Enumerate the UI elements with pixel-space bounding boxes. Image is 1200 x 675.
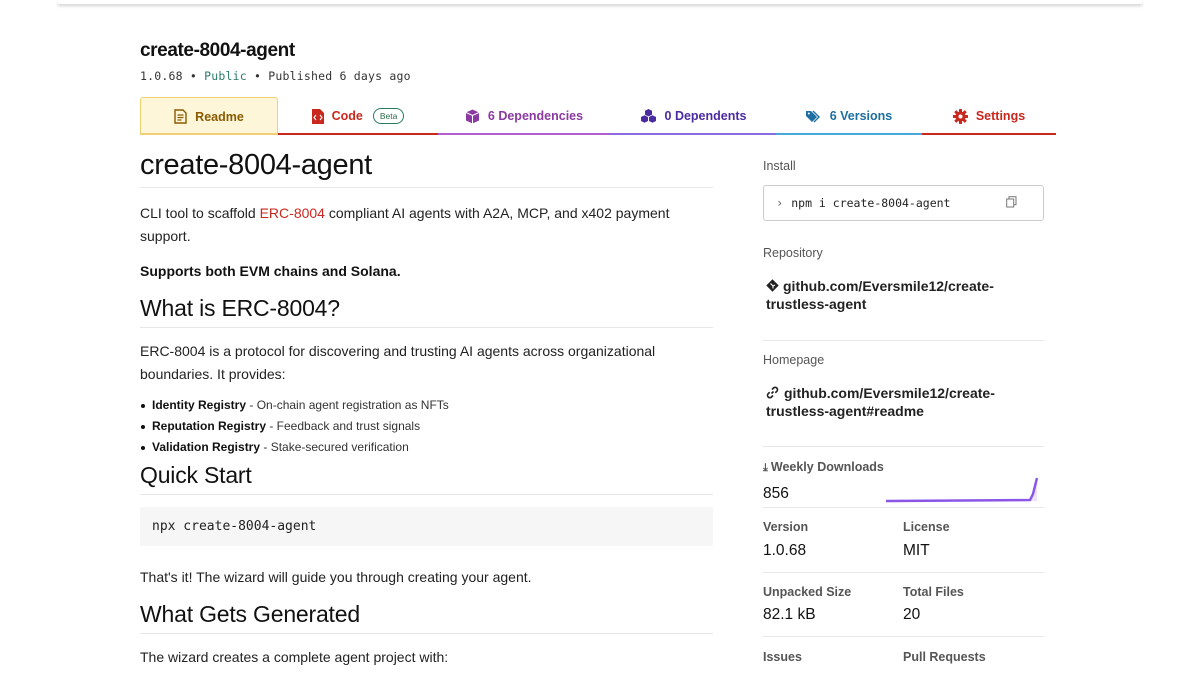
tab-settings[interactable]: Settings	[922, 97, 1056, 135]
package-name: create-8004-agent	[140, 40, 295, 61]
weekly-downloads-text: Weekly Downloads	[770, 460, 884, 474]
readme-content: create-8004-agent CLI tool to scaffold E…	[140, 146, 713, 669]
list-item-bold: Identity Registry	[152, 398, 247, 412]
install-command: npm i create-8004-agent	[791, 196, 951, 210]
heading-what-is: What is ERC-8004?	[140, 295, 713, 328]
list-item: Reputation Registry - Feedback and trust…	[140, 416, 713, 437]
readme-icon	[174, 109, 187, 124]
tab-dependencies-label: 6 Dependencies	[487, 109, 584, 123]
divider	[763, 340, 1044, 341]
license-value: MIT	[903, 542, 930, 559]
repository-link[interactable]: github.com/Eversmile12/create- trustless…	[766, 277, 1046, 313]
license-label: License	[903, 520, 950, 534]
quick-start-command: npx create-8004-agent	[152, 519, 317, 534]
readme-intro: CLI tool to scaffold ERC-8004 compliant …	[140, 202, 713, 248]
meta-separator: •	[189, 69, 197, 83]
repository-url-part1: github.com/Eversmile12/create-	[783, 278, 994, 294]
git-icon	[766, 279, 779, 292]
package-tabs: Readme Code Beta 6 Dependencies 0 Depend…	[140, 97, 1056, 135]
list-item-text: - Stake-secured verification	[260, 440, 409, 454]
repository-link-line2: trustless-agent	[766, 296, 867, 312]
repository-link-line1: github.com/Eversmile12/create-	[766, 277, 1046, 295]
divider	[763, 446, 1044, 447]
homepage-link[interactable]: github.com/Eversmile12/create- trustless…	[766, 384, 1046, 420]
tab-dependencies[interactable]: 6 Dependencies	[438, 97, 610, 135]
tab-code-label: Code	[331, 109, 363, 123]
link-icon	[766, 386, 779, 399]
homepage-label: Homepage	[763, 353, 825, 367]
list-item-bold: Reputation Registry	[152, 419, 267, 433]
published-text: Published 6 days ago	[268, 69, 411, 83]
homepage-url-part1: github.com/Eversmile12/create-	[784, 385, 995, 401]
divider	[763, 507, 1044, 508]
total-files-value: 20	[903, 606, 921, 623]
copy-icon[interactable]	[1006, 196, 1017, 208]
pull-requests-label: Pull Requests	[903, 650, 986, 664]
homepage-link-line1: github.com/Eversmile12/create-	[766, 384, 1046, 402]
install-label: Install	[763, 159, 796, 173]
top-bar	[58, 0, 1142, 4]
list-item-bold: Validation Registry	[152, 440, 261, 454]
tab-code[interactable]: Code Beta	[278, 97, 438, 135]
tab-versions-label: 6 Versions	[829, 109, 893, 123]
tab-underline	[278, 133, 438, 135]
tab-underline	[438, 133, 610, 135]
erc-8004-link[interactable]: ERC-8004	[260, 205, 325, 221]
readme-title: create-8004-agent	[140, 146, 713, 188]
package-version: 1.0.68	[140, 69, 183, 83]
tab-versions[interactable]: 6 Versions	[776, 97, 922, 135]
downloads-sparkline	[885, 477, 1039, 503]
download-icon: ⤓	[763, 462, 768, 474]
tab-underline	[922, 133, 1056, 135]
code-file-icon	[311, 108, 324, 124]
generated-paragraph: The wizard creates a complete agent proj…	[140, 649, 449, 665]
weekly-downloads-label: ⤓ Weekly Downloads	[763, 460, 1043, 475]
visibility-badge: Public	[204, 69, 247, 83]
install-command-box[interactable]: › npm i create-8004-agent	[763, 185, 1044, 221]
heading-quick-start: Quick Start	[140, 462, 713, 495]
homepage-link-line2: trustless-agent#readme	[766, 403, 924, 419]
list-item: Validation Registry - Stake-secured veri…	[140, 437, 713, 458]
quick-start-paragraph: That's it! The wizard will guide you thr…	[140, 569, 532, 585]
tab-readme-label: Readme	[195, 109, 244, 124]
heading-what-gets-generated: What Gets Generated	[140, 601, 713, 634]
registry-list: Identity Registry - On-chain agent regis…	[140, 395, 713, 458]
prompt-chevron-icon: ›	[776, 196, 784, 210]
quick-start-code: npx create-8004-agent	[140, 507, 713, 546]
what-paragraph: ERC-8004 is a protocol for discovering a…	[140, 343, 656, 382]
beta-badge: Beta	[372, 108, 405, 124]
tab-settings-label: Settings	[975, 109, 1026, 123]
supports-text: Supports both EVM chains and Solana.	[140, 263, 401, 279]
boxes-icon	[640, 109, 656, 123]
gear-icon	[952, 108, 968, 124]
tab-underline	[140, 133, 278, 135]
meta-separator: •	[254, 69, 262, 83]
list-item: Identity Registry - On-chain agent regis…	[140, 395, 713, 416]
total-files-label: Total Files	[903, 585, 964, 599]
tab-dependents-label: 0 Dependents	[664, 109, 747, 123]
tab-underline	[610, 133, 776, 135]
tags-icon	[805, 110, 820, 122]
box-icon	[465, 109, 480, 123]
divider	[763, 636, 1044, 637]
tab-readme[interactable]: Readme	[140, 97, 278, 135]
package-meta: 1.0.68 • Public • Published 6 days ago	[140, 69, 411, 83]
tab-dependents[interactable]: 0 Dependents	[610, 97, 776, 135]
repository-label: Repository	[763, 246, 823, 260]
intro-text: CLI tool to scaffold	[140, 205, 260, 221]
divider	[763, 572, 1044, 573]
list-item-text: - On-chain agent registration as NFTs	[246, 398, 449, 412]
list-item-text: - Feedback and trust signals	[266, 419, 421, 433]
tab-underline	[776, 133, 922, 135]
